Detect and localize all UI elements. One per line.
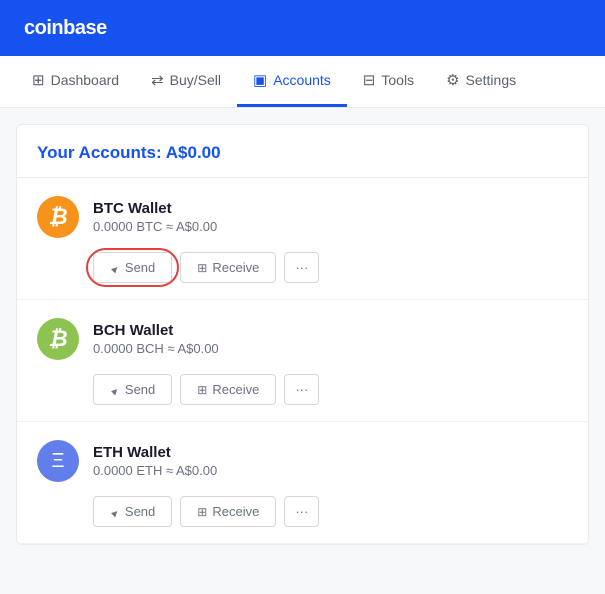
nav-label-accounts: Accounts — [273, 72, 331, 88]
wallet-info-eth: Ξ ETH Wallet 0.0000 ETH ≈ A$0.00 — [37, 440, 568, 482]
eth-wallet-balance: 0.0000 ETH ≈ A$0.00 — [93, 463, 568, 478]
btc-more-button[interactable]: ··· — [284, 252, 319, 283]
logo: coinbase — [24, 17, 107, 40]
eth-receive-button[interactable]: Receive — [180, 496, 276, 527]
eth-more-button[interactable]: ··· — [284, 496, 319, 527]
eth-icon: Ξ — [37, 440, 79, 482]
nav-item-settings[interactable]: ⚙ Settings — [430, 56, 532, 107]
eth-wallet-name: ETH Wallet — [93, 444, 568, 461]
tools-icon: ⊟ — [363, 71, 376, 89]
eth-wallet-actions: Send Receive ··· — [93, 496, 568, 527]
nav-label-tools: Tools — [381, 72, 414, 88]
accounts-heading: Your Accounts: A$0.00 — [17, 125, 588, 178]
receive-icon-bch — [197, 382, 207, 397]
btc-icon: ₿ — [37, 196, 79, 238]
wallet-row-btc: ₿ BTC Wallet 0.0000 BTC ≈ A$0.00 Send Re… — [17, 178, 588, 300]
app-header: coinbase — [0, 0, 605, 56]
bch-receive-button[interactable]: Receive — [180, 374, 276, 405]
settings-icon: ⚙ — [446, 71, 459, 89]
nav-item-dashboard[interactable]: ⊞ Dashboard — [16, 56, 135, 107]
bch-wallet-actions: Send Receive ··· — [93, 374, 568, 405]
nav-label-buysell: Buy/Sell — [170, 72, 221, 88]
btc-receive-button[interactable]: Receive — [180, 252, 276, 283]
send-icon-eth — [110, 504, 120, 519]
more-icon-eth: ··· — [295, 504, 308, 519]
receive-icon-eth — [197, 504, 207, 519]
accounts-icon: ▣ — [253, 71, 267, 89]
main-nav: ⊞ Dashboard ⇄ Buy/Sell ▣ Accounts ⊟ Tool… — [0, 56, 605, 108]
nav-label-settings: Settings — [466, 72, 517, 88]
wallet-info-btc: ₿ BTC Wallet 0.0000 BTC ≈ A$0.00 — [37, 196, 568, 238]
nav-item-accounts[interactable]: ▣ Accounts — [237, 56, 347, 107]
bch-wallet-balance: 0.0000 BCH ≈ A$0.00 — [93, 341, 568, 356]
send-icon-btc — [110, 260, 120, 275]
bch-icon: ₿ — [37, 318, 79, 360]
nav-label-dashboard: Dashboard — [51, 72, 120, 88]
eth-send-button[interactable]: Send — [93, 496, 172, 527]
more-icon-bch: ··· — [295, 382, 308, 397]
send-icon-bch — [110, 382, 120, 397]
nav-item-buysell[interactable]: ⇄ Buy/Sell — [135, 56, 237, 107]
bch-more-button[interactable]: ··· — [284, 374, 319, 405]
receive-icon-btc — [197, 260, 207, 275]
buysell-icon: ⇄ — [151, 71, 164, 89]
wallet-row-eth: Ξ ETH Wallet 0.0000 ETH ≈ A$0.00 Send Re… — [17, 422, 588, 544]
nav-item-tools[interactable]: ⊟ Tools — [347, 56, 430, 107]
btc-wallet-balance: 0.0000 BTC ≈ A$0.00 — [93, 219, 568, 234]
wallet-info-bch: ₿ BCH Wallet 0.0000 BCH ≈ A$0.00 — [37, 318, 568, 360]
bch-send-button[interactable]: Send — [93, 374, 172, 405]
btc-wallet-actions: Send Receive ··· — [93, 252, 568, 283]
main-content: Your Accounts: A$0.00 ₿ BTC Wallet 0.000… — [0, 108, 605, 561]
dashboard-icon: ⊞ — [32, 71, 45, 89]
bch-wallet-name: BCH Wallet — [93, 322, 568, 339]
more-icon-btc: ··· — [295, 260, 308, 275]
accounts-card: Your Accounts: A$0.00 ₿ BTC Wallet 0.000… — [16, 124, 589, 545]
btc-send-button[interactable]: Send — [93, 252, 172, 283]
btc-wallet-name: BTC Wallet — [93, 200, 568, 217]
wallet-row-bch: ₿ BCH Wallet 0.0000 BCH ≈ A$0.00 Send Re… — [17, 300, 588, 422]
